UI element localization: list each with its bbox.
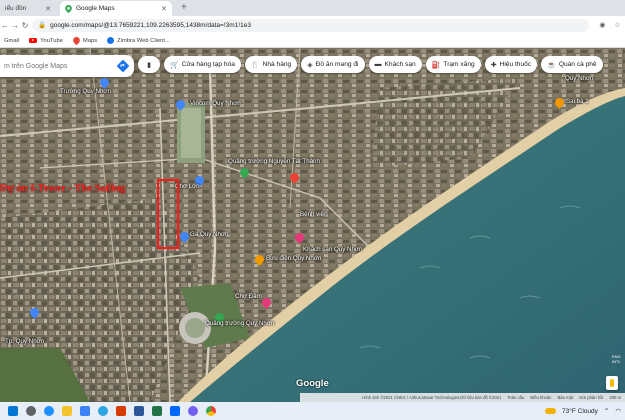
gas-can-icon: ▮ bbox=[147, 61, 151, 69]
chip-hotels[interactable]: ▬ Khách sạn bbox=[368, 56, 422, 73]
chip-grocery[interactable]: 🛒 Cửa hàng tạp hóa bbox=[164, 56, 241, 73]
bookmark-maps[interactable]: Maps bbox=[73, 36, 97, 45]
zalo-icon[interactable] bbox=[170, 406, 180, 416]
close-icon[interactable]: ✕ bbox=[45, 5, 51, 13]
tab-label: iểu đồn bbox=[5, 5, 27, 12]
map-attribution: Hình ảnh ©2021 CNES / Airbus,Maxar Techn… bbox=[300, 393, 625, 402]
project-annotation: Dự án I-Tower - The Sailing bbox=[0, 183, 126, 194]
gas-station-icon: ⛽ bbox=[431, 61, 441, 69]
maps-icon bbox=[73, 36, 80, 45]
tray-chevron-icon[interactable]: ⌃ bbox=[604, 407, 609, 415]
tab-google-maps[interactable]: Google Maps ✕ bbox=[60, 1, 172, 16]
chip-gas[interactable]: ⛽ Trạm xăng bbox=[425, 56, 481, 73]
place-label[interactable]: Quảng trường Nguyễn Tất Thành bbox=[228, 158, 320, 165]
place-label[interactable]: Chợ Đầm bbox=[235, 293, 262, 300]
weather-icon bbox=[545, 408, 557, 414]
tab-strip: iểu đồn ✕ Google Maps ✕ + bbox=[0, 0, 625, 16]
viber-icon[interactable] bbox=[188, 406, 198, 416]
wifi-icon[interactable]: ◠ bbox=[615, 407, 621, 415]
taskbar: 73°F Cloudy ⌃ ◠ bbox=[0, 402, 625, 420]
url-text: google.com/maps/@13.7659221,109.2263595,… bbox=[50, 21, 251, 29]
place-label[interactable]: Tp. Quy Nhơn bbox=[5, 338, 44, 345]
windows-start-icon[interactable] bbox=[8, 406, 18, 416]
project-highlight-box bbox=[157, 179, 179, 249]
word-icon[interactable] bbox=[134, 406, 144, 416]
search-icon[interactable] bbox=[26, 406, 36, 416]
satellite-imagery bbox=[0, 48, 625, 402]
tab-label: Google Maps bbox=[76, 5, 115, 12]
maps-favicon-icon bbox=[65, 4, 72, 13]
office-icon[interactable] bbox=[116, 406, 126, 416]
category-chips: ▮ 🛒 Cửa hàng tạp hóa 🍴 Nhà hàng ◈ Đồ ăn man… bbox=[138, 56, 603, 73]
store-icon[interactable] bbox=[80, 406, 90, 416]
bookmark-youtube[interactable]: YouTube bbox=[29, 38, 63, 44]
place-label[interactable]: Bệnh viện bbox=[300, 211, 328, 218]
restaurant-icon: 🍴 bbox=[250, 61, 260, 69]
back-icon[interactable]: ← bbox=[0, 21, 10, 30]
chrome-icon[interactable] bbox=[206, 406, 216, 416]
reload-icon[interactable]: ↻ bbox=[20, 21, 30, 30]
youtube-icon bbox=[29, 37, 38, 44]
weather-text[interactable]: 73°F Cloudy bbox=[562, 408, 598, 415]
place-label[interactable]: Khách sạn Quy Nhơn bbox=[303, 246, 362, 253]
search-placeholder: m trên Google Maps bbox=[4, 62, 68, 70]
zimbra-icon bbox=[107, 37, 115, 44]
chip-coffee[interactable]: ☕ Quán cà phê bbox=[541, 56, 603, 73]
satellite-map[interactable]: m trên Google Maps ▮ 🛒 Cửa hàng tạp hóa 🍴… bbox=[0, 48, 625, 402]
chip-takeout[interactable]: ◈ Đồ ăn mang đi bbox=[301, 56, 365, 73]
telegram-icon[interactable] bbox=[98, 406, 108, 416]
location-icon[interactable]: ◉ bbox=[599, 21, 605, 29]
coffee-icon: ☕ bbox=[547, 61, 556, 69]
place-label[interactable]: Trường Quy Nhơn bbox=[60, 88, 111, 95]
tab-previous[interactable]: iểu đồn ✕ bbox=[0, 1, 56, 16]
place-label[interactable]: Bưu điện Quy Nhơn bbox=[266, 255, 321, 262]
file-explorer-icon[interactable] bbox=[62, 406, 72, 416]
google-logo: Google bbox=[296, 378, 329, 389]
place-label[interactable]: Sai bà 1 bbox=[566, 98, 589, 105]
address-bar: ← → ↻ 🔒 google.com/maps/@13.7659221,109.… bbox=[0, 16, 625, 34]
directions-icon[interactable] bbox=[117, 60, 129, 72]
forward-icon[interactable]: → bbox=[10, 21, 20, 30]
bed-icon: ▬ bbox=[374, 61, 382, 68]
place-label[interactable]: Quy Nhơn bbox=[565, 75, 593, 82]
language-indicator: ENG INTL bbox=[612, 354, 621, 364]
chip-pharmacy[interactable]: ✚ Hiệu thuốc bbox=[484, 56, 538, 73]
pharmacy-icon: ✚ bbox=[490, 61, 497, 69]
place-label[interactable]: Quảng trường Quy Nhơn bbox=[205, 320, 274, 327]
shopping-cart-icon: 🛒 bbox=[170, 61, 179, 69]
edge-icon[interactable] bbox=[44, 406, 54, 416]
chip-restaurants[interactable]: 🍴 Nhà hàng bbox=[244, 56, 298, 73]
close-icon[interactable]: ✕ bbox=[161, 5, 167, 13]
bookmark-gmail[interactable]: Gmail bbox=[4, 38, 19, 44]
place-label[interactable]: Vincom Quy Nhơn bbox=[190, 100, 241, 107]
url-field[interactable]: 🔒 google.com/maps/@13.7659221,109.226359… bbox=[32, 18, 589, 32]
excel-icon[interactable] bbox=[152, 406, 162, 416]
pegman-icon[interactable] bbox=[606, 376, 618, 390]
takeout-icon: ◈ bbox=[307, 61, 313, 69]
chip-more[interactable]: ▮ bbox=[138, 56, 160, 73]
new-tab-icon[interactable]: + bbox=[181, 2, 187, 13]
lock-icon: 🔒 bbox=[38, 22, 47, 29]
search-input[interactable]: m trên Google Maps bbox=[0, 55, 134, 77]
place-label[interactable]: Ga Quy Nhơn bbox=[190, 231, 228, 238]
bookmark-zimbra[interactable]: Zimbra Web Client... bbox=[107, 37, 170, 44]
star-icon[interactable]: ☆ bbox=[614, 21, 620, 29]
bookmarks-bar: Gmail YouTube Maps Zimbra Web Client... bbox=[0, 34, 625, 48]
